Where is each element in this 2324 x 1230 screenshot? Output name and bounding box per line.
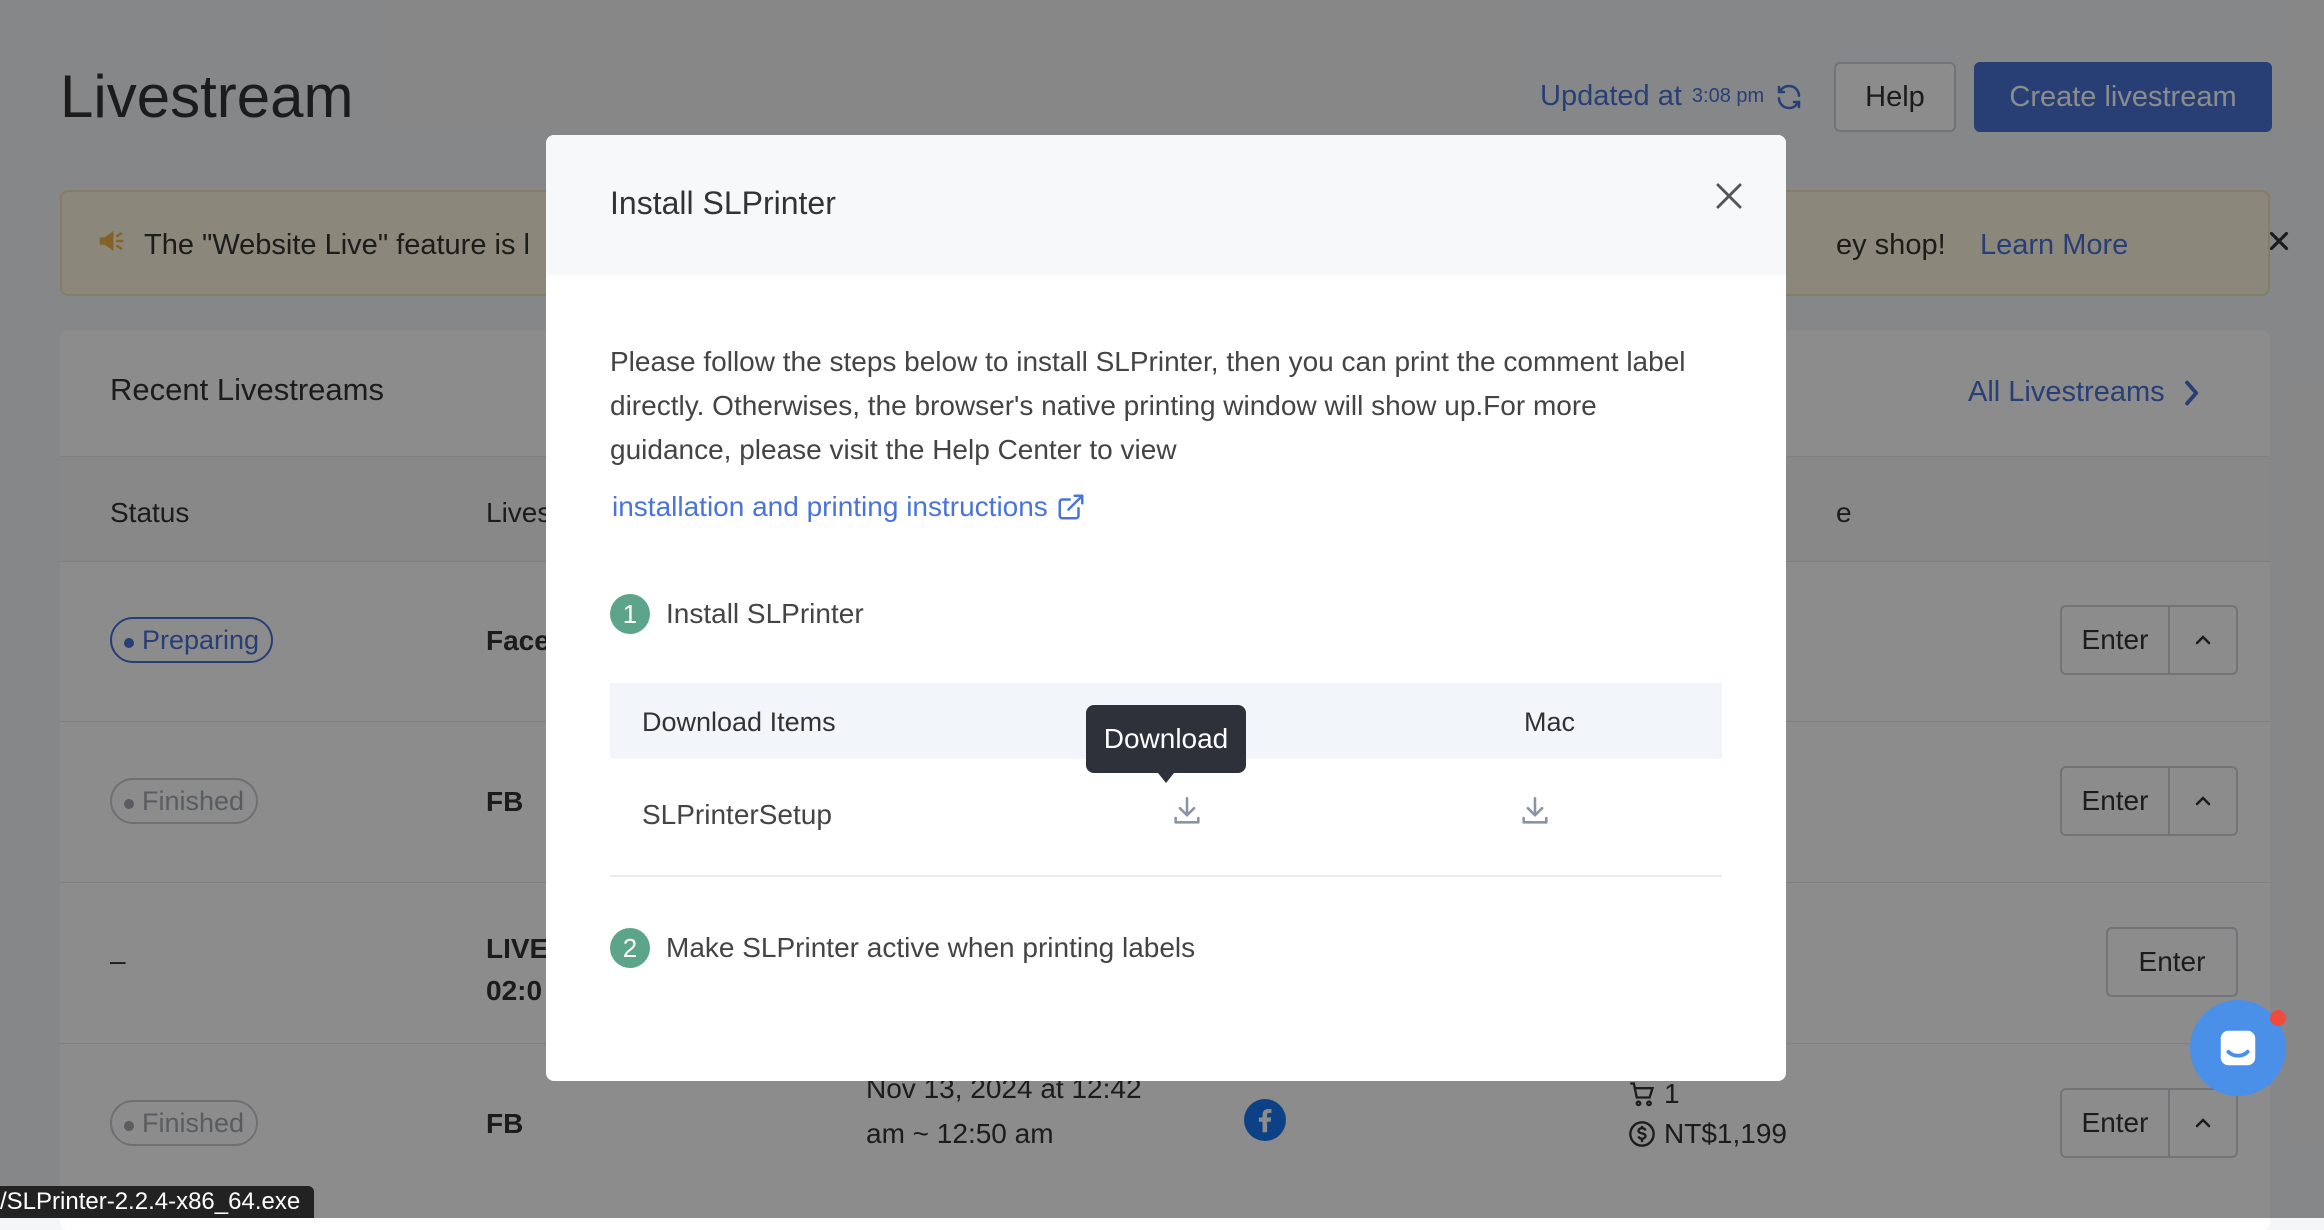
close-icon[interactable]: [1710, 177, 1748, 215]
notification-dot: [2270, 1010, 2286, 1026]
column-download-items: Download Items: [642, 707, 836, 737]
download-item-name: SLPrinterSetup: [642, 799, 832, 830]
modal-title: Install SLPrinter: [610, 185, 836, 221]
step-label: Make SLPrinter active when printing labe…: [666, 932, 1196, 963]
column-mac: Mac: [1524, 707, 1576, 737]
external-link-icon: [1058, 494, 1084, 520]
chat-icon: [2220, 1030, 2256, 1066]
step-1: 1 Install SLPrinter: [610, 594, 864, 634]
download-icon[interactable]: [1170, 793, 1204, 829]
step-label: Install SLPrinter: [666, 598, 864, 629]
step-2: 2 Make SLPrinter active when printing la…: [610, 928, 1195, 968]
instructions-link[interactable]: installation and printing instructions: [612, 491, 1086, 523]
step-number: 1: [610, 594, 650, 634]
step-number: 2: [610, 928, 650, 968]
modal-description: Please follow the steps below to install…: [610, 346, 1686, 465]
modal-header: Install SLPrinter: [546, 135, 1786, 275]
install-slprinter-dialog: Install SLPrinter Please follow the step…: [546, 135, 1786, 1081]
browser-status-bar: /SLPrinter-2.2.4-x86_64.exe: [0, 1186, 315, 1218]
instructions-link-label: installation and printing instructions: [612, 491, 1048, 522]
download-icon[interactable]: [1518, 793, 1552, 829]
download-tooltip: Download: [1086, 705, 1246, 783]
